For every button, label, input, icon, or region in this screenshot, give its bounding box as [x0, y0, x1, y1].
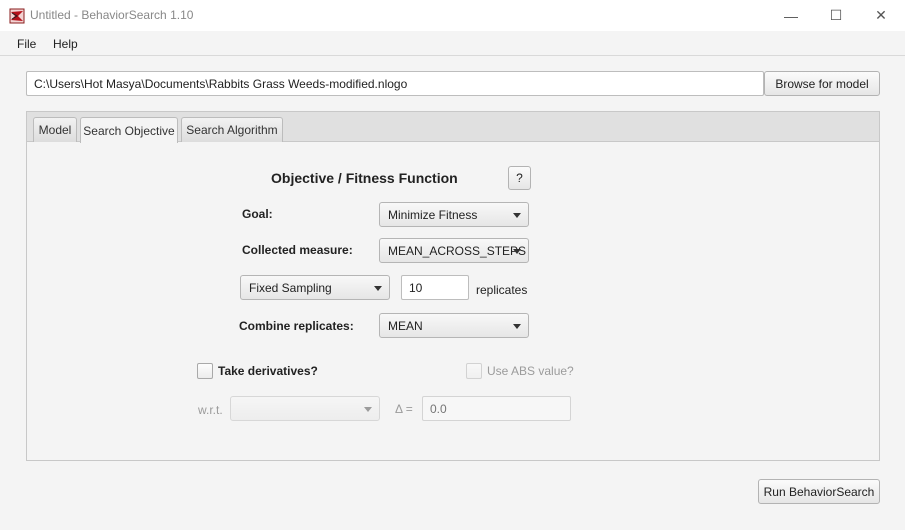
wrt-label: w.r.t. — [198, 403, 223, 417]
help-button[interactable]: ? — [508, 166, 531, 190]
run-behaviorsearch-button[interactable]: Run BehaviorSearch — [758, 479, 880, 504]
sampling-value: Fixed Sampling — [249, 281, 332, 295]
menu-help[interactable]: Help — [53, 37, 78, 51]
menu-file[interactable]: File — [17, 37, 36, 51]
chevron-down-icon — [374, 286, 382, 291]
maximize-button[interactable]: ☐ — [813, 0, 859, 31]
combine-value: MEAN — [388, 319, 423, 333]
abs-value-checkbox[interactable] — [466, 363, 482, 379]
delta-field[interactable] — [422, 396, 571, 421]
title-bar: Untitled - BehaviorSearch 1.10 — ☐ ✕ — [0, 0, 905, 31]
wrt-select[interactable] — [230, 396, 380, 421]
combine-select[interactable]: MEAN — [379, 313, 529, 338]
chevron-down-icon — [513, 324, 521, 329]
replicates-label: replicates — [476, 283, 528, 297]
tab-search-objective[interactable]: Search Objective — [80, 117, 178, 143]
goal-select[interactable]: Minimize Fitness — [379, 202, 529, 227]
measure-select[interactable]: MEAN_ACROSS_STEPS — [379, 238, 529, 263]
sampling-select[interactable]: Fixed Sampling — [240, 275, 390, 300]
behaviorsearch-logo-icon — [9, 8, 25, 24]
tab-search-algorithm[interactable]: Search Algorithm — [181, 117, 283, 142]
minimize-icon: — — [784, 7, 798, 24]
minimize-button[interactable]: — — [768, 0, 814, 31]
abs-value-label: Use ABS value? — [487, 364, 574, 378]
tab-header: Model Search Objective Search Algorithm — [27, 112, 879, 143]
tab-pane: Model Search Objective Search Algorithm … — [26, 111, 880, 461]
menu-bar: File Help — [0, 31, 905, 56]
chevron-down-icon — [513, 249, 521, 254]
window-title: Untitled - BehaviorSearch 1.10 — [30, 8, 194, 22]
objective-heading: Objective / Fitness Function — [271, 170, 458, 186]
close-icon: ✕ — [875, 7, 887, 23]
derivatives-label: Take derivatives? — [218, 364, 318, 378]
combine-label: Combine replicates: — [239, 319, 354, 333]
chevron-down-icon — [513, 213, 521, 218]
replicates-field[interactable]: 10 — [401, 275, 469, 300]
tab-model[interactable]: Model — [33, 117, 77, 142]
derivatives-checkbox[interactable] — [197, 363, 213, 379]
close-button[interactable]: ✕ — [858, 0, 904, 31]
maximize-icon: ☐ — [829, 7, 843, 23]
delta-label: Δ = — [395, 402, 413, 416]
model-path-field[interactable]: C:\Users\Hot Masya\Documents\Rabbits Gra… — [26, 71, 764, 96]
goal-label: Goal: — [242, 207, 273, 221]
chevron-down-icon — [364, 407, 372, 412]
measure-value: MEAN_ACROSS_STEPS — [388, 244, 527, 258]
measure-label: Collected measure: — [242, 243, 353, 257]
goal-value: Minimize Fitness — [388, 208, 478, 222]
browse-model-button[interactable]: Browse for model — [764, 71, 880, 96]
